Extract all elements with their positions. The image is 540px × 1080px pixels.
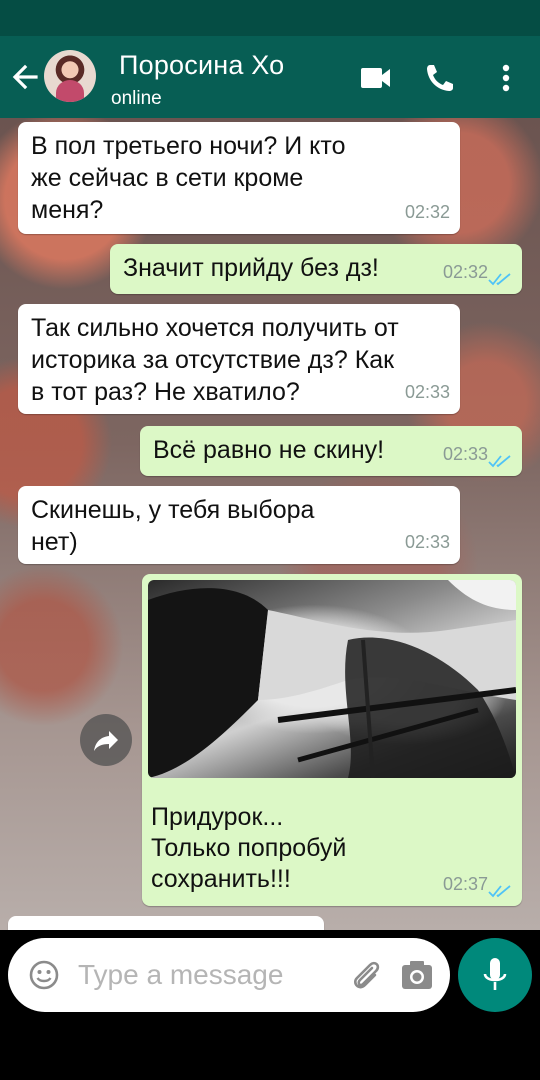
message-text: Скинешь, у тебя выбора нет) xyxy=(18,486,460,558)
message-text: Так сильно хочется получить от историка … xyxy=(18,304,460,408)
photo-attachment[interactable] xyxy=(148,580,516,778)
composer: Type a message xyxy=(0,930,540,1020)
message-text: Придурок... Только попробуй сохранить!!! xyxy=(138,794,360,895)
forward-button[interactable] xyxy=(80,714,132,766)
read-ticks-icon xyxy=(488,885,511,898)
camera-icon[interactable] xyxy=(400,959,434,991)
more-vert-icon[interactable] xyxy=(488,58,524,98)
message-text: В пол третьего ночи? И кто же сейчас в с… xyxy=(18,122,460,226)
message-line: Придурок... xyxy=(151,803,284,831)
message-incoming-partial[interactable] xyxy=(8,916,324,930)
attach-icon[interactable] xyxy=(348,958,384,994)
emoji-icon[interactable] xyxy=(28,959,60,991)
message-time: 02:32 xyxy=(404,202,450,222)
system-navigation-bar xyxy=(0,1020,540,1080)
read-ticks-icon xyxy=(488,273,511,286)
message-line: меня? xyxy=(31,196,104,224)
contact-name[interactable]: Поросина Хо xyxy=(119,50,284,81)
phone-icon[interactable] xyxy=(420,58,460,98)
photo-content xyxy=(148,580,516,778)
message-time: 02:33 xyxy=(404,382,450,402)
message-line: в тот раз? Не хватило? xyxy=(31,378,300,406)
contact-status: online xyxy=(111,88,162,109)
message-placeholder: Type a message xyxy=(78,959,284,990)
chat-header: Поросина Хо online xyxy=(0,36,540,118)
forward-icon xyxy=(94,731,118,751)
message-incoming[interactable]: Так сильно хочется получить от историка … xyxy=(18,304,460,414)
message-time: 02:37 xyxy=(442,874,488,894)
message-outgoing-photo[interactable]: Придурок... Только попробуй сохранить!!!… xyxy=(142,574,522,906)
message-line: же сейчас в сети кроме xyxy=(31,164,304,192)
message-line: В пол третьего ночи? И кто xyxy=(31,132,346,160)
message-time: 02:33 xyxy=(442,444,488,464)
message-time: 02:33 xyxy=(404,532,450,552)
message-line: сохранить!!! xyxy=(151,865,291,893)
message-time: 02:32 xyxy=(442,262,488,282)
message-input[interactable]: Type a message xyxy=(8,938,450,1012)
video-call-icon[interactable] xyxy=(356,58,396,98)
message-line: Только попробуй xyxy=(151,834,347,862)
arrow-left-icon[interactable] xyxy=(10,60,40,94)
message-outgoing[interactable]: Всё равно не скину! 02:33 xyxy=(140,426,522,476)
voice-record-button[interactable] xyxy=(458,938,532,1012)
message-incoming[interactable]: В пол третьего ночи? И кто же сейчас в с… xyxy=(18,122,460,234)
message-line: нет) xyxy=(31,528,78,556)
message-line: Скинешь, у тебя выбора xyxy=(31,496,315,524)
message-line: Так сильно хочется получить от xyxy=(31,314,399,342)
message-list[interactable]: В пол третьего ночи? И кто же сейчас в с… xyxy=(0,118,540,930)
message-incoming[interactable]: Скинешь, у тебя выбора нет) 02:33 xyxy=(18,486,460,564)
message-outgoing[interactable]: Значит прийду без дз! 02:32 xyxy=(110,244,522,294)
status-bar xyxy=(0,0,540,36)
message-line: историка за отсутствие дз? Как xyxy=(31,346,395,374)
avatar[interactable] xyxy=(44,50,96,102)
mic-icon xyxy=(483,958,507,990)
read-ticks-icon xyxy=(488,455,511,468)
